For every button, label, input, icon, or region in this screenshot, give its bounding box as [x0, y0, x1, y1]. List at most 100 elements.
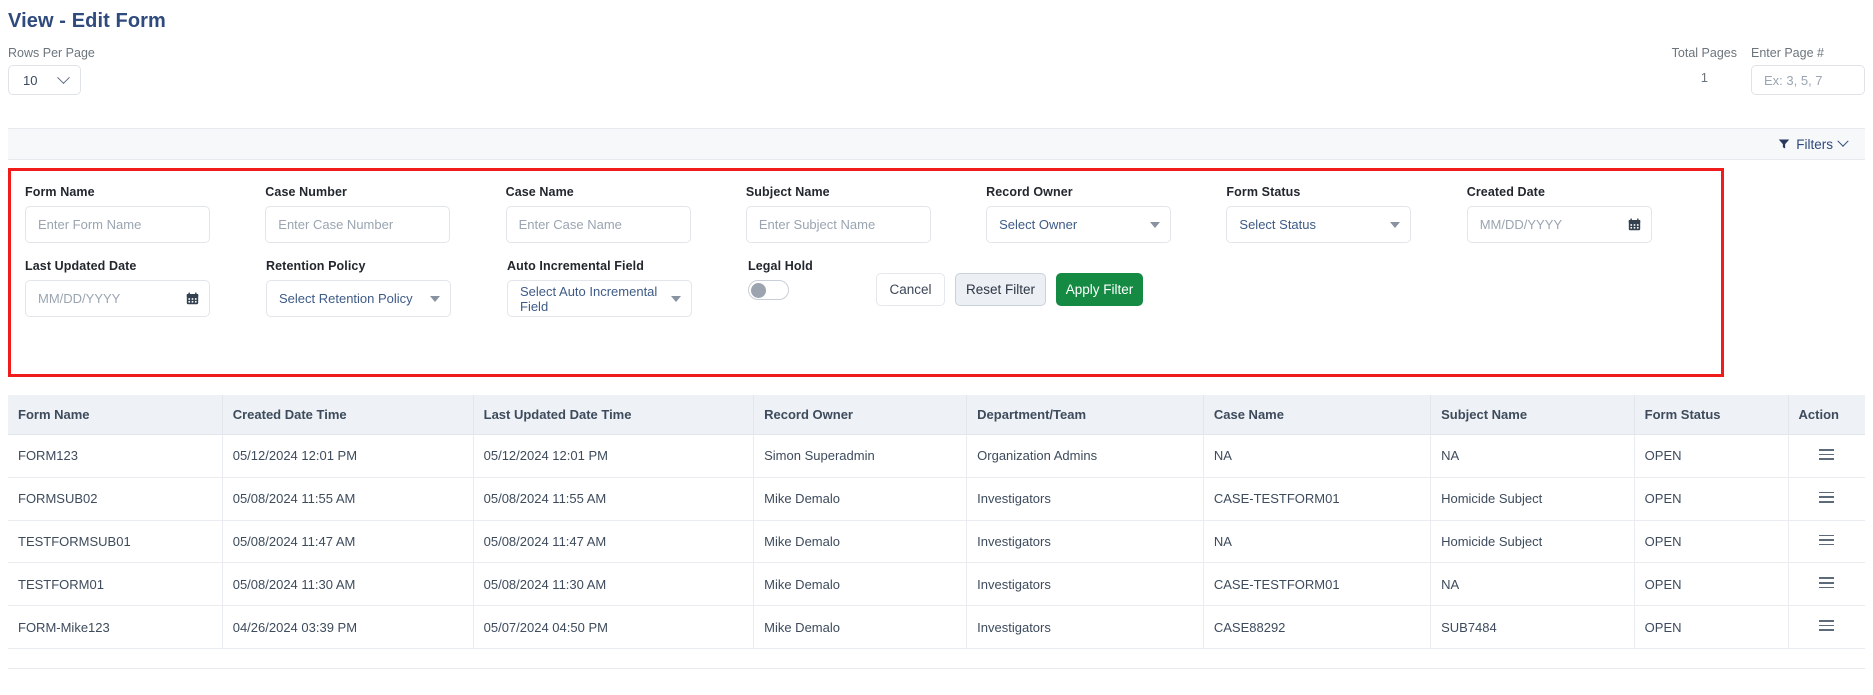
apply-filter-button[interactable]: Apply Filter — [1056, 273, 1143, 306]
cell-action — [1788, 562, 1865, 607]
filter-select-retention-policy[interactable]: Select Retention Policy — [266, 280, 451, 317]
cancel-button[interactable]: Cancel — [876, 273, 945, 306]
filter-label-form-name: Form Name — [25, 185, 95, 199]
cell-department: Investigators — [966, 520, 1204, 564]
column-header-created-date[interactable]: Created Date Time — [222, 395, 474, 435]
column-header-form-status[interactable]: Form Status — [1634, 395, 1789, 435]
cell-action — [1788, 434, 1865, 478]
page-root: View - Edit Form Rows Per Page 10 Total … — [0, 0, 1873, 695]
menu-icon[interactable] — [1819, 532, 1835, 549]
column-header-department[interactable]: Department/Team — [966, 395, 1204, 435]
enter-page-input[interactable] — [1751, 65, 1865, 95]
page-title: View - Edit Form — [8, 10, 166, 32]
column-header-form-name[interactable]: Form Name — [8, 395, 223, 435]
total-pages-group: Total Pages 1 — [1672, 46, 1737, 85]
column-header-last-updated[interactable]: Last Updated Date Time — [473, 395, 755, 435]
filter-select-form-status-value: Select Status — [1239, 217, 1317, 232]
table-row[interactable]: FORM123 05/12/2024 12:01 PM 05/12/2024 1… — [8, 434, 1865, 478]
filter-input-form-name[interactable] — [25, 206, 210, 243]
rows-per-page-select[interactable]: 10 — [8, 65, 81, 95]
cell-form-status: OPEN — [1634, 562, 1789, 607]
cell-form-name: FORMSUB02 — [8, 477, 223, 521]
filter-select-form-status[interactable]: Select Status — [1226, 206, 1412, 243]
column-header-action: Action — [1788, 395, 1865, 435]
cell-action — [1788, 605, 1865, 649]
filter-input-case-name[interactable] — [505, 206, 691, 243]
cell-created: 05/08/2024 11:47 AM — [222, 520, 474, 564]
column-header-case-name[interactable]: Case Name — [1203, 395, 1432, 435]
footer-divider — [8, 668, 1865, 669]
cell-form-status: OPEN — [1634, 605, 1789, 649]
cell-form-status: OPEN — [1634, 434, 1789, 478]
legal-hold-toggle[interactable] — [748, 280, 789, 300]
cell-department: Organization Admins — [966, 434, 1204, 478]
cell-form-name: TESTFORMSUB01 — [8, 520, 223, 564]
menu-icon[interactable] — [1819, 574, 1835, 591]
total-pages-value: 1 — [1700, 70, 1708, 85]
cell-action — [1788, 477, 1865, 521]
pagination-controls: Total Pages 1 Enter Page # — [1672, 46, 1865, 95]
table-body: FORM123 05/12/2024 12:01 PM 05/12/2024 1… — [8, 434, 1865, 649]
table-row[interactable]: FORM-Mike123 04/26/2024 03:39 PM 05/07/2… — [8, 605, 1865, 649]
filter-field-case-name: Case Name — [505, 185, 746, 243]
filter-date-last-updated-date[interactable]: MM/DD/YYYY — [25, 280, 210, 317]
chevron-down-icon — [1837, 135, 1849, 147]
column-header-record-owner[interactable]: Record Owner — [753, 395, 968, 435]
toggle-knob — [751, 283, 766, 298]
filter-input-case-number[interactable] — [265, 206, 451, 243]
filter-select-auto-incremental[interactable]: Select Auto Incremental Field — [507, 280, 692, 317]
cell-case-name: CASE-TESTFORM01 — [1203, 562, 1432, 607]
caret-down-icon — [671, 295, 681, 302]
filter-label-created-date: Created Date — [1466, 185, 1545, 199]
cell-owner: Simon Superadmin — [753, 434, 968, 478]
filter-input-subject-name[interactable] — [745, 206, 931, 243]
caret-down-icon — [1150, 221, 1161, 228]
cell-form-name: FORM123 — [8, 434, 223, 478]
cell-case-name: NA — [1203, 520, 1432, 564]
rows-per-page-label: Rows Per Page — [8, 46, 95, 60]
forms-table-wrapper: Form Name Created Date Time Last Updated… — [8, 395, 1865, 649]
funnel-icon — [1779, 139, 1790, 149]
filter-select-record-owner[interactable]: Select Owner — [986, 206, 1172, 243]
filter-actions: Cancel Reset Filter Apply Filter — [876, 273, 1143, 306]
filter-date-last-updated-date-placeholder: MM/DD/YYYY — [38, 291, 121, 306]
cell-subject-name: NA — [1430, 562, 1635, 607]
filter-label-record-owner: Record Owner — [986, 185, 1073, 199]
filter-field-legal-hold: Legal Hold — [748, 259, 876, 300]
column-header-subject-name[interactable]: Subject Name — [1430, 395, 1635, 435]
cell-subject-name: NA — [1430, 434, 1635, 478]
table-row[interactable]: TESTFORMSUB01 05/08/2024 11:47 AM 05/08/… — [8, 520, 1865, 564]
cell-created: 05/08/2024 11:30 AM — [222, 562, 474, 607]
calendar-icon[interactable] — [1628, 218, 1641, 231]
table-header-row: Form Name Created Date Time Last Updated… — [8, 395, 1865, 435]
table-row[interactable]: TESTFORM01 05/08/2024 11:30 AM 05/08/202… — [8, 562, 1865, 607]
caret-down-icon — [430, 295, 440, 302]
cell-created: 05/12/2024 12:01 PM — [222, 434, 474, 478]
filter-label-auto-incremental: Auto Incremental Field — [507, 259, 644, 273]
filters-toggle-label: Filters — [1796, 136, 1833, 152]
caret-down-icon — [1390, 221, 1401, 228]
filter-select-retention-policy-value: Select Retention Policy — [279, 291, 413, 306]
cell-created: 05/08/2024 11:55 AM — [222, 477, 474, 521]
filter-panel: Form Name Case Number Case Name Subject … — [8, 168, 1724, 377]
calendar-icon[interactable] — [186, 292, 199, 305]
filter-field-record-owner: Record Owner Select Owner — [986, 185, 1226, 243]
filters-bar: Filters — [8, 128, 1865, 160]
filter-field-last-updated-date: Last Updated Date MM/DD/YYYY — [25, 259, 266, 317]
filter-field-form-name: Form Name — [25, 185, 265, 243]
filter-row-2: Last Updated Date MM/DD/YYYY Retention P… — [25, 259, 1707, 317]
menu-icon[interactable] — [1819, 446, 1835, 463]
filters-toggle[interactable]: Filters — [1778, 135, 1849, 152]
enter-page-label: Enter Page # — [1751, 46, 1824, 60]
table-row[interactable]: FORMSUB02 05/08/2024 11:55 AM 05/08/2024… — [8, 477, 1865, 521]
reset-filter-button[interactable]: Reset Filter — [955, 273, 1046, 306]
filter-label-last-updated-date: Last Updated Date — [25, 259, 137, 273]
filter-date-created-date[interactable]: MM/DD/YYYY — [1466, 206, 1652, 243]
filter-label-legal-hold: Legal Hold — [748, 259, 813, 273]
filter-row-1: Form Name Case Number Case Name Subject … — [25, 185, 1707, 243]
menu-icon[interactable] — [1819, 617, 1835, 634]
cell-action — [1788, 520, 1865, 564]
filter-field-auto-incremental: Auto Incremental Field Select Auto Incre… — [507, 259, 748, 317]
filter-label-subject-name: Subject Name — [745, 185, 830, 199]
menu-icon[interactable] — [1819, 489, 1835, 506]
